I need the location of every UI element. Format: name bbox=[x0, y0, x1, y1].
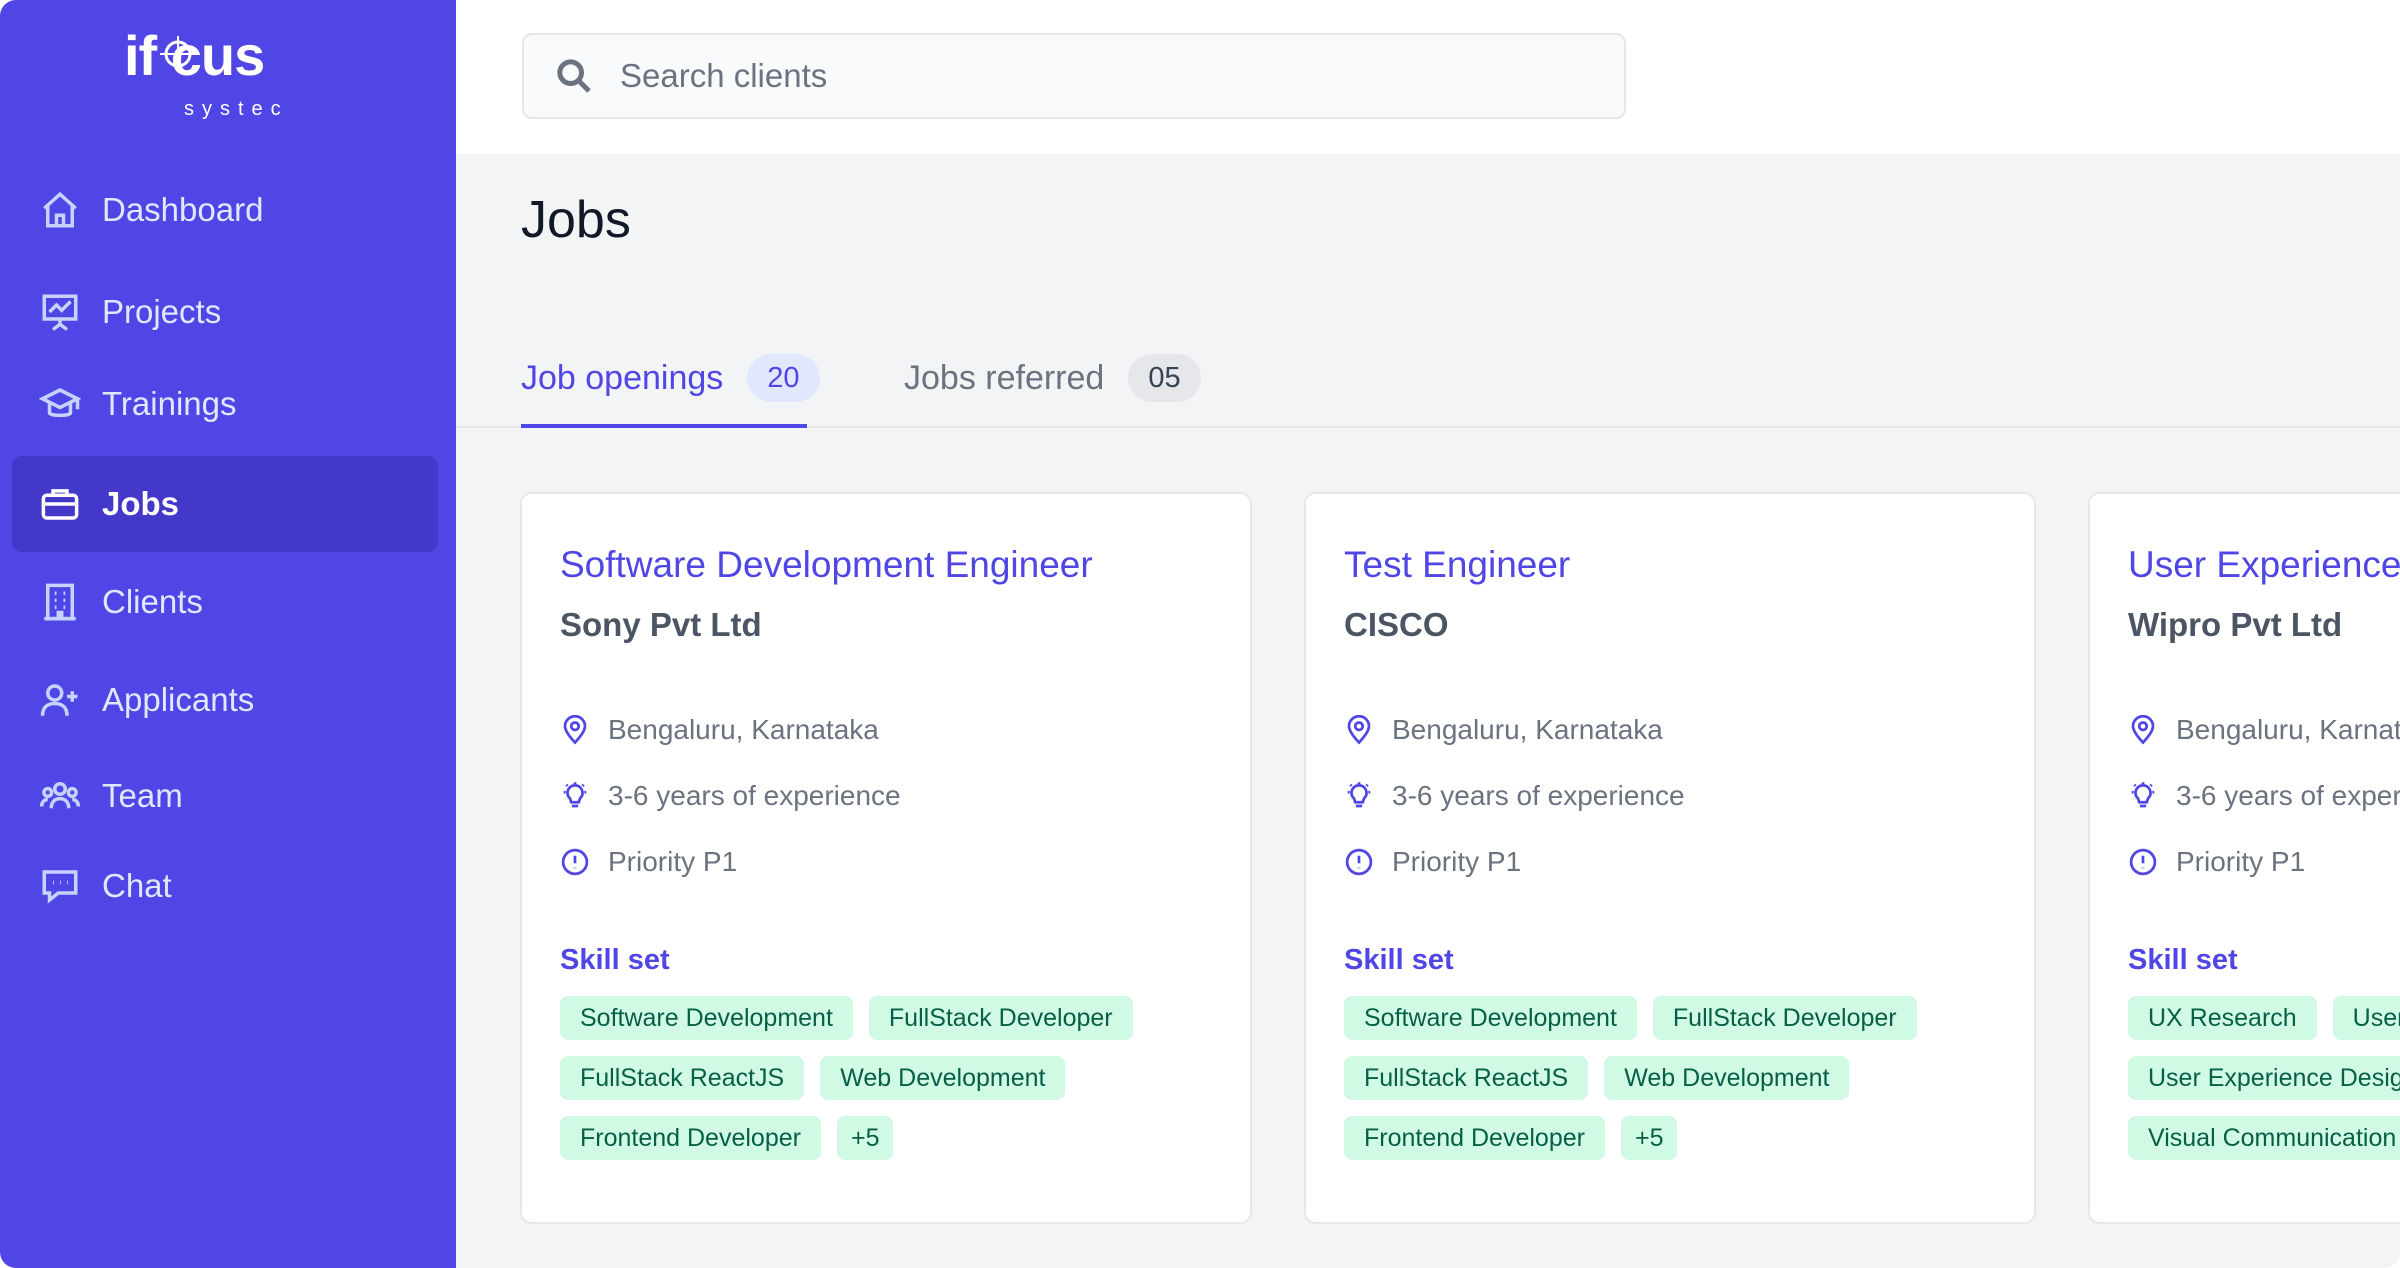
active-tab-indicator bbox=[521, 424, 807, 428]
job-priority: Priority P1 bbox=[2128, 842, 2305, 882]
sidebar-item-applicants[interactable]: Applicants bbox=[12, 652, 438, 748]
sidebar: if cus systec Dashboard Projects Trainin… bbox=[0, 0, 456, 1268]
logo[interactable]: if cus systec bbox=[124, 24, 304, 120]
skill-chip: UX Research bbox=[2128, 996, 2317, 1040]
sidebar-item-label: Chat bbox=[102, 867, 172, 904]
tab-bar: Job openings 20 Jobs referred 05 bbox=[456, 330, 2400, 428]
search-box[interactable] bbox=[522, 33, 1626, 119]
job-priority: Priority P1 bbox=[560, 842, 737, 882]
job-priority: Priority P1 bbox=[1344, 842, 1521, 882]
tab-job-openings[interactable]: Job openings 20 bbox=[521, 340, 820, 416]
skill-chip: Software Development bbox=[560, 996, 853, 1040]
job-title[interactable]: Software Development Engineer bbox=[560, 544, 1093, 586]
lightbulb-icon bbox=[1347, 782, 1371, 808]
skill-chip: FullStack ReactJS bbox=[560, 1056, 805, 1100]
location-text: Bengaluru, Karnataka bbox=[1392, 714, 1663, 745]
job-location: Bengaluru, Karnataka bbox=[560, 710, 879, 750]
presentation-chart-icon bbox=[38, 290, 82, 334]
lightbulb-icon bbox=[2131, 782, 2155, 808]
sidebar-item-dashboard[interactable]: Dashboard bbox=[12, 162, 438, 258]
experience-text: 3-6 years of experience bbox=[1392, 780, 1685, 811]
sidebar-item-label: Projects bbox=[102, 293, 222, 330]
sidebar-item-label: Dashboard bbox=[102, 191, 264, 228]
home-icon bbox=[38, 188, 82, 232]
job-experience: 3-6 years of experience bbox=[2128, 776, 2400, 816]
sidebar-item-label: Team bbox=[102, 777, 183, 814]
sidebar-item-label: Trainings bbox=[102, 385, 237, 422]
job-card[interactable]: Test Engineer CISCO Bengaluru, Karnataka… bbox=[1304, 492, 2036, 1224]
briefcase-icon bbox=[38, 482, 82, 526]
location-text: Bengaluru, Karnataka bbox=[608, 714, 879, 745]
search-input[interactable] bbox=[618, 56, 1522, 96]
location-pin-icon bbox=[2131, 715, 2155, 745]
skill-chip: Web Development bbox=[1604, 1056, 1850, 1100]
skill-chip: Frontend Developer bbox=[560, 1116, 821, 1160]
job-title[interactable]: User Experience bbox=[2128, 544, 2400, 586]
tab-count-badge: 20 bbox=[747, 354, 820, 402]
experience-text: 3-6 years of experience bbox=[608, 780, 901, 811]
alert-circle-icon bbox=[1345, 848, 1373, 876]
tab-label: Job openings bbox=[521, 358, 724, 397]
sidebar-item-clients[interactable]: Clients bbox=[12, 554, 438, 650]
alert-circle-icon bbox=[2129, 848, 2157, 876]
company-name: Wipro Pvt Ltd bbox=[2128, 606, 2343, 643]
more-skills-chip[interactable]: +5 bbox=[1620, 1116, 1678, 1160]
more-skills-chip[interactable]: +5 bbox=[836, 1116, 894, 1160]
sidebar-item-label: Jobs bbox=[102, 485, 180, 522]
sidebar-item-label: Clients bbox=[102, 583, 203, 620]
graduation-cap-icon bbox=[38, 382, 82, 426]
skill-chip: Software Development bbox=[1344, 996, 1637, 1040]
company-name: Sony Pvt Ltd bbox=[560, 606, 762, 643]
lightbulb-icon bbox=[563, 782, 587, 808]
chat-bubble-icon bbox=[38, 864, 82, 908]
company-name: CISCO bbox=[1344, 606, 1449, 643]
user-plus-icon bbox=[38, 678, 82, 722]
location-pin-icon bbox=[563, 715, 587, 745]
priority-text: Priority P1 bbox=[2176, 846, 2306, 877]
job-experience: 3-6 years of experience bbox=[1344, 776, 1685, 816]
page-title: Jobs bbox=[521, 191, 631, 249]
tab-label: Jobs referred bbox=[904, 358, 1105, 397]
sidebar-item-trainings[interactable]: Trainings bbox=[12, 356, 438, 452]
sidebar-item-projects[interactable]: Projects bbox=[12, 264, 438, 360]
sidebar-item-chat[interactable]: Chat bbox=[12, 838, 438, 934]
job-experience: 3-6 years of experience bbox=[560, 776, 901, 816]
skill-chip: Frontend Developer bbox=[1344, 1116, 1605, 1160]
alert-circle-icon bbox=[561, 848, 589, 876]
tab-count-badge: 05 bbox=[1128, 354, 1201, 402]
tab-jobs-referred[interactable]: Jobs referred 05 bbox=[904, 340, 1201, 416]
skill-chip: User bbox=[2332, 996, 2400, 1040]
priority-text: Priority P1 bbox=[1392, 846, 1522, 877]
app-frame: if cus systec Dashboard Projects Trainin… bbox=[0, 0, 2400, 1268]
skill-set-heading: Skill set bbox=[2128, 944, 2238, 976]
skill-chip: FullStack ReactJS bbox=[1344, 1056, 1589, 1100]
skill-chip: Visual Communication bbox=[2128, 1116, 2400, 1160]
skill-chip: FullStack Developer bbox=[868, 996, 1133, 1040]
search-icon bbox=[557, 59, 591, 93]
job-location: Bengaluru, Karnataka bbox=[1344, 710, 1663, 750]
job-card[interactable]: User Experience Wipro Pvt Ltd Bengaluru,… bbox=[2088, 492, 2400, 1224]
skill-chip: User Experience Design bbox=[2128, 1056, 2400, 1100]
sidebar-item-label: Applicants bbox=[102, 681, 255, 718]
top-bar bbox=[456, 0, 2400, 154]
crosshair-logo-icon bbox=[160, 36, 196, 72]
skill-chip: FullStack Developer bbox=[1652, 996, 1917, 1040]
priority-text: Priority P1 bbox=[608, 846, 738, 877]
skill-chip: Web Development bbox=[820, 1056, 1066, 1100]
users-group-icon bbox=[38, 774, 82, 818]
sidebar-item-jobs[interactable]: Jobs bbox=[12, 456, 438, 552]
skill-set-heading: Skill set bbox=[1344, 944, 1454, 976]
building-icon bbox=[38, 580, 82, 624]
location-pin-icon bbox=[1347, 715, 1371, 745]
job-card[interactable]: Software Development Engineer Sony Pvt L… bbox=[520, 492, 1252, 1224]
experience-text: 3-6 years of experience bbox=[2176, 780, 2400, 811]
sidebar-item-team[interactable]: Team bbox=[12, 748, 438, 844]
skill-set-heading: Skill set bbox=[560, 944, 670, 976]
job-location: Bengaluru, Karnataka bbox=[2128, 710, 2400, 750]
logo-subtitle: systec bbox=[184, 98, 289, 120]
location-text: Bengaluru, Karnataka bbox=[2176, 714, 2400, 745]
job-title[interactable]: Test Engineer bbox=[1344, 544, 1570, 586]
